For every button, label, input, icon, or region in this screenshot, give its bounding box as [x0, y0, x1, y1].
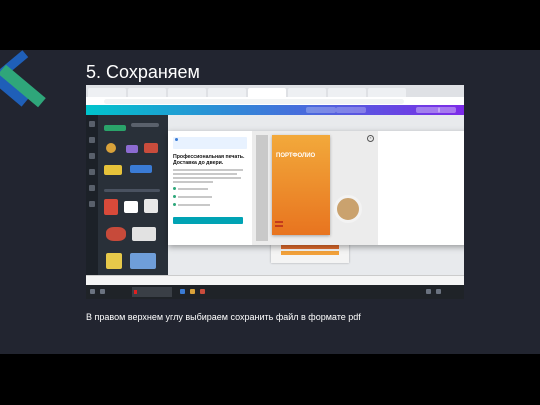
print-dialog: Профессиональная печать. Доставка до две…	[168, 131, 464, 245]
text-icon[interactable]	[89, 169, 95, 175]
book-mockup: ПОРТФОЛИО	[272, 135, 330, 235]
download-button[interactable]	[416, 107, 440, 113]
slide: 5. Сохраняем Профессиональная печать. До…	[0, 50, 540, 354]
tray-icon[interactable]	[426, 289, 431, 294]
print-dialog-info: Профессиональная печать. Доставка до две…	[168, 131, 252, 245]
panel-divider	[104, 189, 160, 192]
hand-sticker[interactable]	[106, 253, 122, 269]
elements-side-panel	[86, 115, 168, 285]
check-icon	[173, 187, 176, 190]
notice-box	[173, 137, 247, 149]
book-stripe	[275, 225, 283, 227]
print-preview: ПОРТФОЛИО ×	[252, 131, 378, 245]
styles-icon[interactable]	[89, 185, 95, 191]
browser-tab-bar	[86, 85, 464, 97]
book-title: ПОРТФОЛИО	[276, 153, 316, 159]
editor-top-bar	[86, 105, 464, 115]
start-icon[interactable]	[90, 289, 95, 294]
panel-item[interactable]	[106, 227, 126, 241]
slide-title: 5. Сохраняем	[86, 62, 200, 82]
browser-tab[interactable]	[368, 88, 406, 97]
templates-icon[interactable]	[89, 121, 95, 127]
folder-icon[interactable]	[190, 289, 195, 294]
feature-item	[173, 187, 208, 190]
panel-item[interactable]	[124, 201, 138, 213]
browser-tab[interactable]	[288, 88, 326, 97]
print-button[interactable]	[336, 107, 366, 113]
editor-left-rail	[86, 115, 98, 285]
panel-item[interactable]	[104, 165, 122, 175]
browser-icon[interactable]	[180, 289, 185, 294]
panel-item[interactable]	[126, 145, 138, 153]
panel-item[interactable]	[144, 199, 158, 213]
browser-tab[interactable]	[128, 88, 166, 97]
info-icon	[175, 138, 178, 141]
url-field[interactable]	[104, 98, 404, 104]
sun-sticker[interactable]	[106, 143, 116, 153]
tray-icon[interactable]	[436, 289, 441, 294]
print-dialog-description	[173, 169, 247, 183]
feature-item	[173, 203, 210, 206]
uploads-icon[interactable]	[89, 153, 95, 159]
browser-tab[interactable]	[88, 88, 126, 97]
book-spine	[256, 135, 268, 241]
app-icon[interactable]	[200, 289, 205, 294]
embedded-screenshot: Профессиональная печать. Доставка до две…	[86, 85, 464, 299]
check-icon	[173, 203, 176, 206]
windows-taskbar	[86, 285, 464, 299]
more-menu-button[interactable]	[438, 107, 456, 113]
browser-tab[interactable]	[168, 88, 206, 97]
browser-tab-active[interactable]	[248, 88, 286, 97]
search-icon[interactable]	[100, 289, 105, 294]
book-stripe	[275, 221, 283, 223]
coffee-cup-image	[334, 195, 362, 223]
order-print-button[interactable]	[173, 217, 243, 224]
slide-caption: В правом верхнем углу выбираем сохранить…	[86, 312, 361, 322]
apps-icon[interactable]	[89, 201, 95, 207]
close-icon[interactable]: ×	[367, 135, 374, 142]
panel-item[interactable]	[131, 123, 159, 127]
taskbar-pdf-app[interactable]	[132, 287, 172, 297]
panel-item[interactable]	[132, 227, 156, 241]
share-button[interactable]	[306, 107, 336, 113]
check-icon	[173, 195, 176, 198]
panel-item[interactable]	[104, 199, 118, 215]
page-stripe	[281, 251, 339, 255]
elements-icon[interactable]	[89, 137, 95, 143]
browser-tab[interactable]	[328, 88, 366, 97]
page-stripe	[281, 245, 339, 249]
print-dialog-heading: Профессиональная печать. Доставка до две…	[173, 154, 245, 167]
panel-item[interactable]	[130, 253, 156, 269]
panel-item[interactable]	[130, 165, 152, 173]
browser-tab[interactable]	[208, 88, 246, 97]
feature-item	[173, 195, 212, 198]
green-sticker[interactable]	[104, 125, 126, 131]
panel-item[interactable]	[144, 143, 158, 153]
